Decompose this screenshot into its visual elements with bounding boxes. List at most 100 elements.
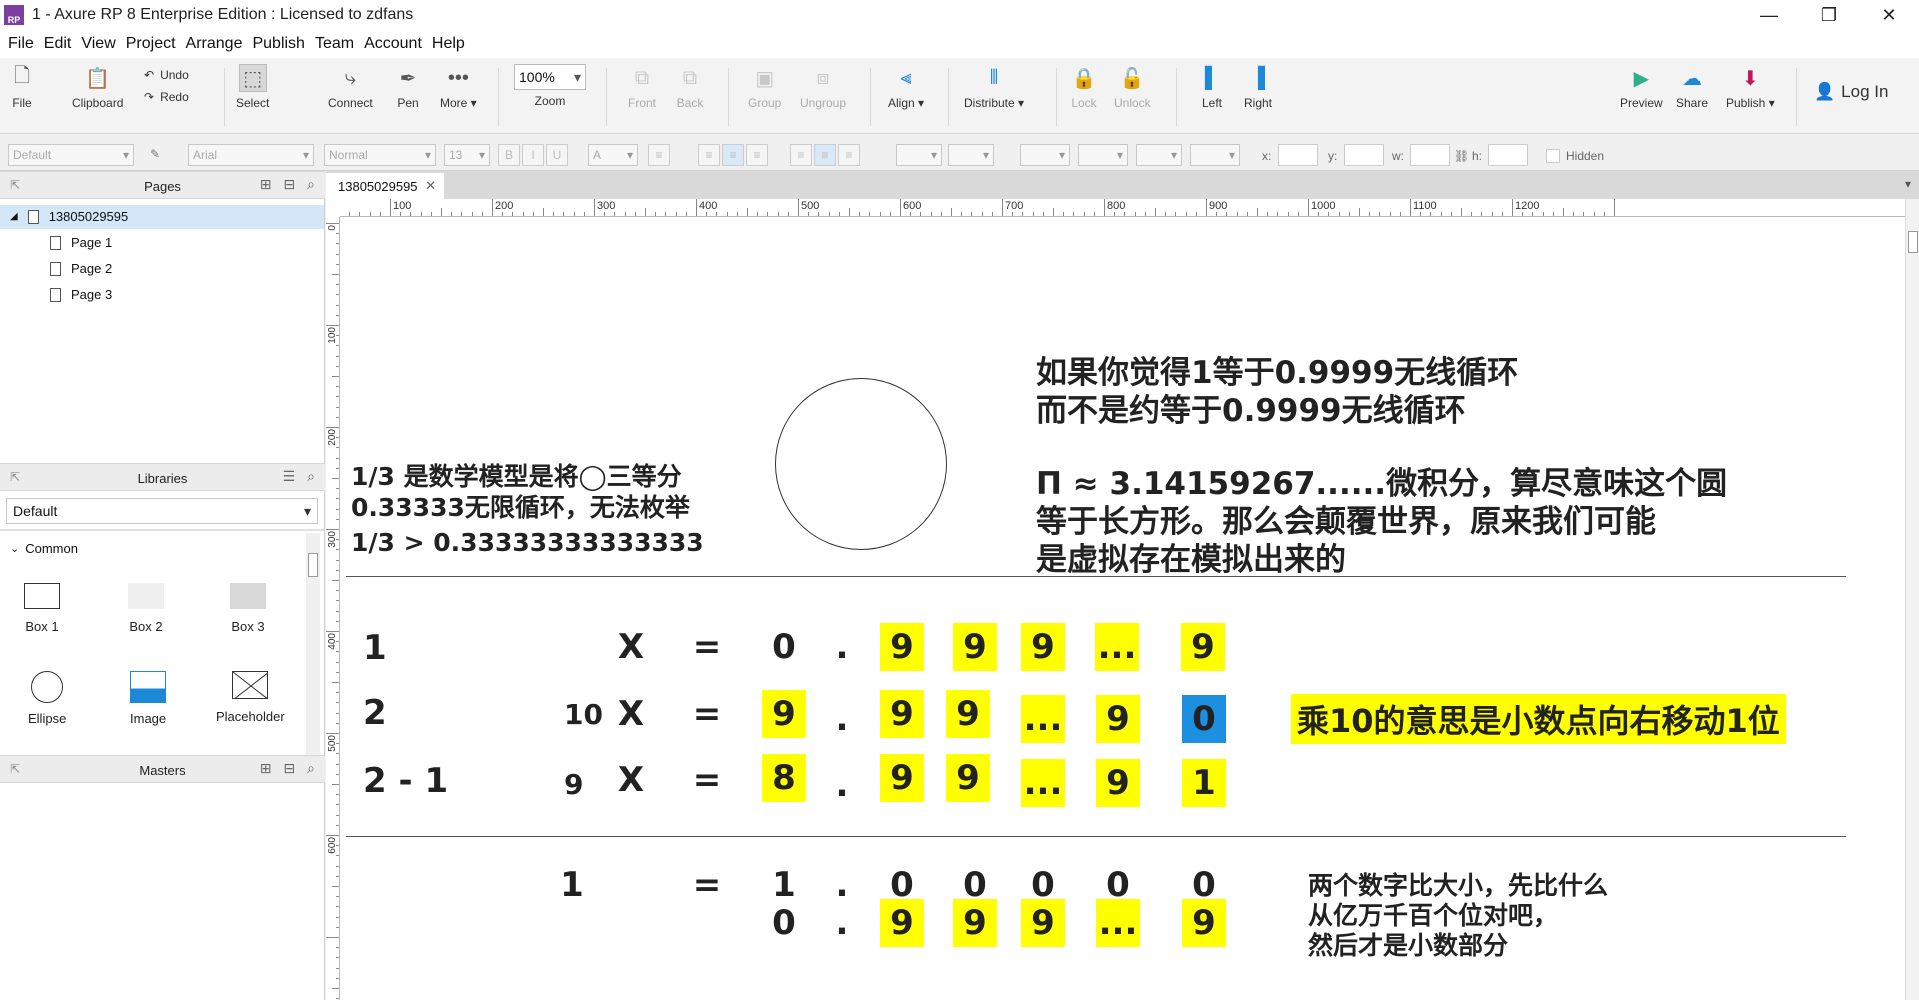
- valign-top-button[interactable]: ≡: [790, 144, 812, 166]
- menu-view[interactable]: View: [81, 35, 115, 53]
- border-width-select[interactable]: [1078, 144, 1128, 166]
- library-group-common[interactable]: ⌄ Common: [10, 541, 78, 556]
- collapse-icon[interactable]: ◢: [10, 211, 18, 222]
- arrow-style-select[interactable]: [1190, 144, 1240, 166]
- ruler-tick: [359, 212, 361, 216]
- menu-account[interactable]: Account: [364, 35, 422, 53]
- library-select[interactable]: Default: [6, 498, 318, 524]
- more-button[interactable]: ••• More ▾: [440, 64, 477, 111]
- style-edit-icon[interactable]: ✎: [144, 144, 166, 166]
- undo-button[interactable]: ↶ Undo: [144, 68, 189, 82]
- ruler-tick: [410, 212, 412, 216]
- align-center-button[interactable]: ≡: [722, 144, 744, 166]
- w-input[interactable]: [1410, 144, 1450, 166]
- ruler-tick: [332, 784, 339, 785]
- group-button[interactable]: ▣ Group: [748, 64, 781, 111]
- library-scrollbar[interactable]: [306, 533, 320, 755]
- valign-bottom-button[interactable]: ≡: [838, 144, 860, 166]
- menu-help[interactable]: Help: [432, 35, 465, 53]
- border-style-select[interactable]: [1136, 144, 1182, 166]
- text-color-select[interactable]: A: [588, 144, 638, 166]
- add-page-icon[interactable]: ⊞: [260, 176, 272, 193]
- lock-button[interactable]: 🔒 Lock: [1070, 64, 1098, 111]
- border-color-select[interactable]: [1020, 144, 1070, 166]
- preview-button[interactable]: ▶ Preview: [1620, 64, 1663, 111]
- file-button[interactable]: 🗋 File: [8, 64, 36, 110]
- minimize-icon[interactable]: —: [1739, 0, 1799, 30]
- tab-page[interactable]: 13805029595 ✕: [326, 173, 444, 199]
- publish-button[interactable]: ⬇ Publish ▾: [1726, 64, 1775, 111]
- pen-button[interactable]: ✒ Pen: [394, 64, 422, 111]
- widget-ellipse[interactable]: Ellipse: [28, 671, 66, 726]
- right-panel-button[interactable]: ▐ Right: [1244, 64, 1272, 111]
- search-icon[interactable]: ⌕: [307, 176, 315, 193]
- left-panel-button[interactable]: ▌ Left: [1198, 64, 1226, 111]
- size-select[interactable]: 13: [444, 144, 490, 166]
- bold-button[interactable]: B: [498, 144, 520, 166]
- widget-box1[interactable]: Box 1: [24, 583, 60, 634]
- distribute-button[interactable]: ⦀ Distribute ▾: [964, 64, 1024, 111]
- connect-button[interactable]: ⤷ Connect: [328, 64, 373, 111]
- back-button[interactable]: ⧉ Back: [676, 64, 704, 111]
- circle-shape[interactable]: [775, 378, 947, 550]
- ruler-tick: [336, 365, 339, 367]
- valign-middle-button[interactable]: ≡: [814, 144, 836, 166]
- fraction-text: 1/3 是数学模型是将◯三等分 0.33333无限循环，无法枚举: [351, 462, 690, 522]
- login-button[interactable]: 👤 Log In: [1814, 82, 1888, 102]
- italic-button[interactable]: I: [522, 144, 544, 166]
- menu-icon[interactable]: ☰: [283, 468, 296, 485]
- y-input[interactable]: [1344, 144, 1384, 166]
- add-folder-icon[interactable]: ⊟: [283, 760, 295, 777]
- page-item[interactable]: Page 1: [50, 235, 112, 250]
- close-icon[interactable]: ✕: [1859, 0, 1919, 30]
- ruler-tick: [1226, 212, 1228, 216]
- bullet-button[interactable]: ≡: [648, 144, 670, 166]
- hidden-checkbox[interactable]: [1546, 149, 1560, 163]
- menu-arrange[interactable]: Arrange: [186, 35, 243, 53]
- row3-label: 2 - 1: [363, 761, 449, 801]
- front-button[interactable]: ⧉ Front: [628, 64, 656, 111]
- widget-box2[interactable]: Box 2: [128, 583, 164, 634]
- ruler-tick: [1073, 212, 1075, 216]
- weight-select[interactable]: Normal: [324, 144, 436, 166]
- unlock-button[interactable]: 🔓 Unlock: [1114, 64, 1151, 111]
- font-select[interactable]: Arial: [188, 144, 314, 166]
- zoom-select[interactable]: 100% ▾: [514, 64, 586, 90]
- style-select[interactable]: Default: [8, 144, 134, 166]
- tab-menu-icon[interactable]: ▾: [1905, 177, 1911, 191]
- ruler-tick: [379, 212, 381, 216]
- select-button[interactable]: ⬚ Select: [236, 64, 269, 110]
- align-button[interactable]: ⫷ Align ▾: [888, 64, 924, 111]
- share-button[interactable]: ☁ Share: [1676, 64, 1708, 111]
- add-master-icon[interactable]: ⊞: [260, 760, 272, 777]
- widget-image[interactable]: Image: [130, 671, 166, 726]
- shadow-select[interactable]: [948, 144, 994, 166]
- close-tab-icon[interactable]: ✕: [425, 178, 436, 194]
- lock-ratio-icon[interactable]: ⛓: [1454, 149, 1469, 163]
- row1-eq: =: [692, 627, 722, 667]
- fill-color-select[interactable]: [896, 144, 942, 166]
- align-left-button[interactable]: ≡: [698, 144, 720, 166]
- x-input[interactable]: [1278, 144, 1318, 166]
- menu-file[interactable]: File: [8, 35, 34, 53]
- menu-team[interactable]: Team: [315, 35, 354, 53]
- underline-button[interactable]: U: [546, 144, 568, 166]
- h-input[interactable]: [1488, 144, 1528, 166]
- menu-project[interactable]: Project: [126, 35, 176, 53]
- add-folder-icon[interactable]: ⊟: [283, 176, 295, 193]
- ungroup-button[interactable]: ⧈ Ungroup: [800, 64, 846, 111]
- menu-publish[interactable]: Publish: [252, 35, 304, 53]
- widget-box3[interactable]: Box 3: [230, 583, 266, 634]
- redo-button[interactable]: ↷ Redo: [144, 90, 189, 104]
- page-item[interactable]: Page 2: [50, 261, 112, 276]
- page-item[interactable]: Page 3: [50, 287, 112, 302]
- search-icon[interactable]: ⌕: [307, 468, 315, 485]
- clipboard-button[interactable]: 📋 Clipboard: [72, 64, 123, 111]
- restore-icon[interactable]: ❐: [1799, 0, 1859, 30]
- align-right-button[interactable]: ≡: [746, 144, 768, 166]
- vertical-scrollbar[interactable]: [1905, 199, 1919, 1000]
- menu-edit[interactable]: Edit: [44, 35, 72, 53]
- page-tree-root[interactable]: ◢ 13805029595: [0, 205, 324, 229]
- widget-placeholder[interactable]: Placeholder: [216, 671, 285, 724]
- search-icon[interactable]: ⌕: [307, 760, 315, 777]
